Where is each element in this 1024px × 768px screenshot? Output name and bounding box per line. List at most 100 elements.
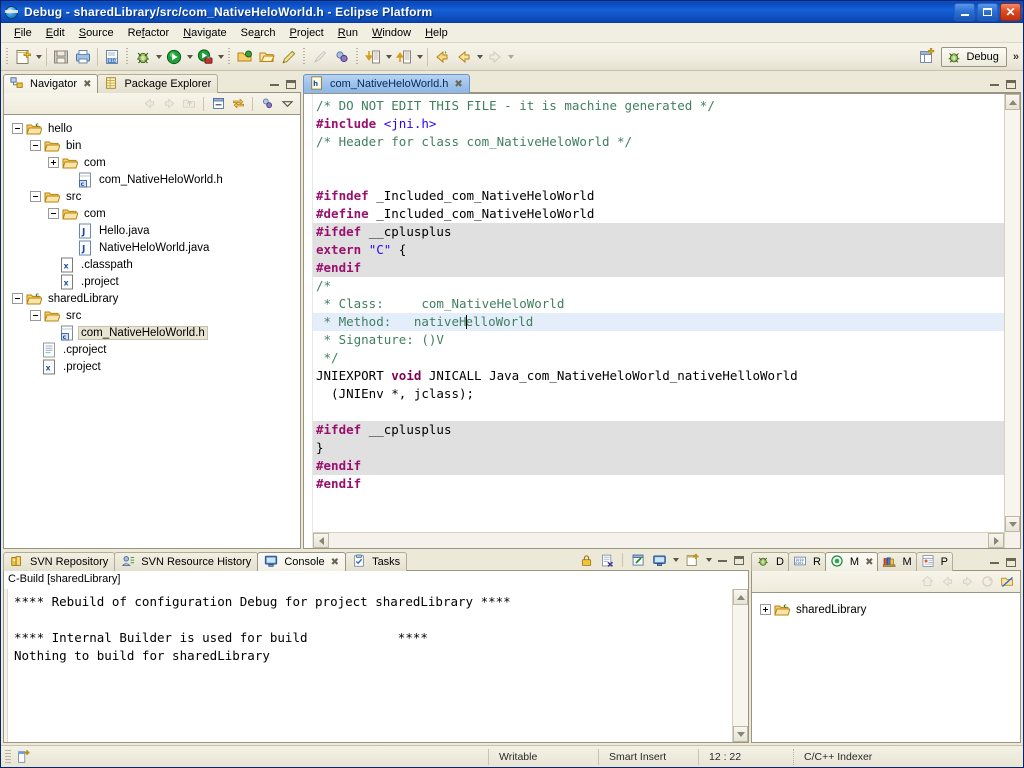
scroll-down-icon[interactable] <box>733 726 748 742</box>
forward-icon[interactable] <box>160 95 178 113</box>
minimize-view-button[interactable] <box>988 556 1001 569</box>
open-type-icon[interactable] <box>234 46 256 68</box>
toolbar-grip[interactable] <box>355 47 360 66</box>
forward-icon[interactable] <box>958 573 976 591</box>
menu-help[interactable]: Help <box>418 25 455 41</box>
toolbar-overflow-icon[interactable]: » <box>1013 51 1019 63</box>
code-line[interactable]: */ <box>313 349 1004 367</box>
tree-item[interactable]: .cproject <box>4 341 300 358</box>
maximize-console-button[interactable] <box>732 554 745 567</box>
open-console-icon[interactable] <box>683 551 701 569</box>
minimize-console-button[interactable] <box>716 554 729 567</box>
tree-item[interactable]: src <box>4 188 300 205</box>
next-annotation-dropdown-arrow[interactable] <box>384 46 393 68</box>
tree-item[interactable]: x .project <box>4 273 300 290</box>
back-icon[interactable] <box>140 95 158 113</box>
vscroll-track[interactable] <box>1005 110 1020 516</box>
code-line[interactable]: /* DO NOT EDIT THIS FILE - it is machine… <box>313 97 1004 115</box>
scroll-up-icon[interactable] <box>733 589 748 605</box>
refresh-icon[interactable] <box>978 573 996 591</box>
tree-collapse-toggle[interactable] <box>12 293 23 304</box>
tree-item[interactable]: c sharedLibrary <box>752 601 1020 618</box>
tree-item[interactable]: bin <box>4 137 300 154</box>
forward-icon[interactable] <box>484 46 506 68</box>
home-icon[interactable] <box>918 573 936 591</box>
menu-navigate[interactable]: Navigate <box>176 25 233 41</box>
tree-item[interactable]: c sharedLibrary <box>4 290 300 307</box>
tab-package-explorer[interactable]: Package Explorer <box>97 74 219 93</box>
debug-icon[interactable] <box>132 46 154 68</box>
code-line[interactable]: #ifdef __cplusplus <box>313 421 1004 439</box>
minimize-view-button[interactable] <box>268 78 281 91</box>
minimize-button[interactable] <box>954 3 975 21</box>
view-menu-icon[interactable] <box>278 95 296 113</box>
tab-svn-repository[interactable]: SVN Repository <box>3 552 116 571</box>
navigator-tree-body[interactable]: c hello bin com c com_NativeHeloWorld.h src com… <box>3 115 301 549</box>
pin-console-icon[interactable] <box>629 551 647 569</box>
tab-tasks[interactable]: Tasks <box>345 552 408 571</box>
back-dropdown-arrow[interactable] <box>475 46 484 68</box>
vscroll-track[interactable] <box>733 605 748 726</box>
perspective-debug-button[interactable]: Debug <box>941 46 1007 67</box>
code-line[interactable]: #endif <box>313 259 1004 277</box>
code-line[interactable]: } <box>313 439 1004 457</box>
tree-item[interactable]: J Hello.java <box>4 222 300 239</box>
code-line[interactable]: #endif <box>313 457 1004 475</box>
open-console-dropdown-arrow[interactable] <box>704 553 713 568</box>
close-icon[interactable]: ✖ <box>454 79 462 90</box>
collapse-all-icon[interactable] <box>209 95 227 113</box>
close-icon[interactable]: ✖ <box>865 557 873 568</box>
tree-collapse-toggle[interactable] <box>30 140 41 151</box>
code-line[interactable]: * Method: nativeHelloWorld <box>313 313 1004 331</box>
editor-horizontal-scrollbar[interactable] <box>313 532 1004 548</box>
close-icon[interactable]: ✖ <box>331 557 339 568</box>
console-output-body[interactable]: **** Rebuild of configuration Debug for … <box>3 589 749 743</box>
display-console-dropdown-arrow[interactable] <box>671 553 680 568</box>
code-line[interactable]: #define _Included_com_NativeHeloWorld <box>313 205 1004 223</box>
menu-window[interactable]: Window <box>365 25 418 41</box>
tree-item[interactable]: c com_NativeHeloWorld.h <box>4 324 300 341</box>
scroll-right-icon[interactable] <box>988 533 1004 548</box>
run-icon[interactable] <box>163 46 185 68</box>
clear-console-icon[interactable] <box>598 551 616 569</box>
tree-collapse-toggle[interactable] <box>12 123 23 134</box>
display-console-icon[interactable] <box>650 551 668 569</box>
menu-run[interactable]: Run <box>331 25 365 41</box>
forward-dropdown-arrow[interactable] <box>506 46 515 68</box>
toolbar-grip[interactable] <box>302 47 307 66</box>
editor-body[interactable]: /* DO NOT EDIT THIS FILE - it is machine… <box>303 93 1021 549</box>
run-dropdown-arrow[interactable] <box>185 46 194 68</box>
editor-vertical-scrollbar[interactable] <box>1004 94 1020 548</box>
tree-item[interactable]: c com_NativeHeloWorld.h <box>4 171 300 188</box>
tree-item[interactable]: src <box>4 307 300 324</box>
link-icon[interactable] <box>331 46 353 68</box>
tree-collapse-toggle[interactable] <box>48 208 59 219</box>
lock-scroll-icon[interactable] <box>577 551 595 569</box>
minimize-editor-button[interactable] <box>988 78 1001 91</box>
toolbar-grip[interactable] <box>125 47 130 66</box>
scroll-down-icon[interactable] <box>1005 516 1020 532</box>
link-with-editor-icon[interactable] <box>229 95 247 113</box>
tab-properties-view[interactable]: P <box>915 552 953 571</box>
code-line[interactable] <box>313 403 1004 421</box>
external-tools-icon[interactable] <box>194 46 216 68</box>
maximize-view-button[interactable] <box>1004 556 1017 569</box>
code-line[interactable]: #ifndef _Included_com_NativeHeloWorld <box>313 187 1004 205</box>
menu-edit[interactable]: Edit <box>39 25 72 41</box>
open-perspective-icon[interactable] <box>916 46 938 68</box>
toolbar-grip[interactable] <box>5 47 10 66</box>
next-annotation-icon[interactable] <box>362 46 384 68</box>
tree-expand-toggle[interactable] <box>760 604 771 615</box>
tree-collapse-toggle[interactable] <box>30 191 41 202</box>
tab-com-nativeheloworld-h[interactable]: h com_NativeHeloWorld.h ✖ <box>303 74 470 93</box>
close-button[interactable]: ✕ <box>1000 3 1021 21</box>
previous-annotation-icon[interactable] <box>393 46 415 68</box>
code-line[interactable]: #include <jni.h> <box>313 115 1004 133</box>
editor-annotation-ruler[interactable] <box>304 94 313 548</box>
view-menu-filter-icon[interactable] <box>258 95 276 113</box>
tab-modules-view[interactable]: M <box>877 552 917 571</box>
tab-console[interactable]: Console ✖ <box>257 552 347 571</box>
tree-collapse-toggle[interactable] <box>30 310 41 321</box>
search-icon[interactable] <box>309 46 331 68</box>
last-edit-location-icon[interactable] <box>431 46 453 68</box>
